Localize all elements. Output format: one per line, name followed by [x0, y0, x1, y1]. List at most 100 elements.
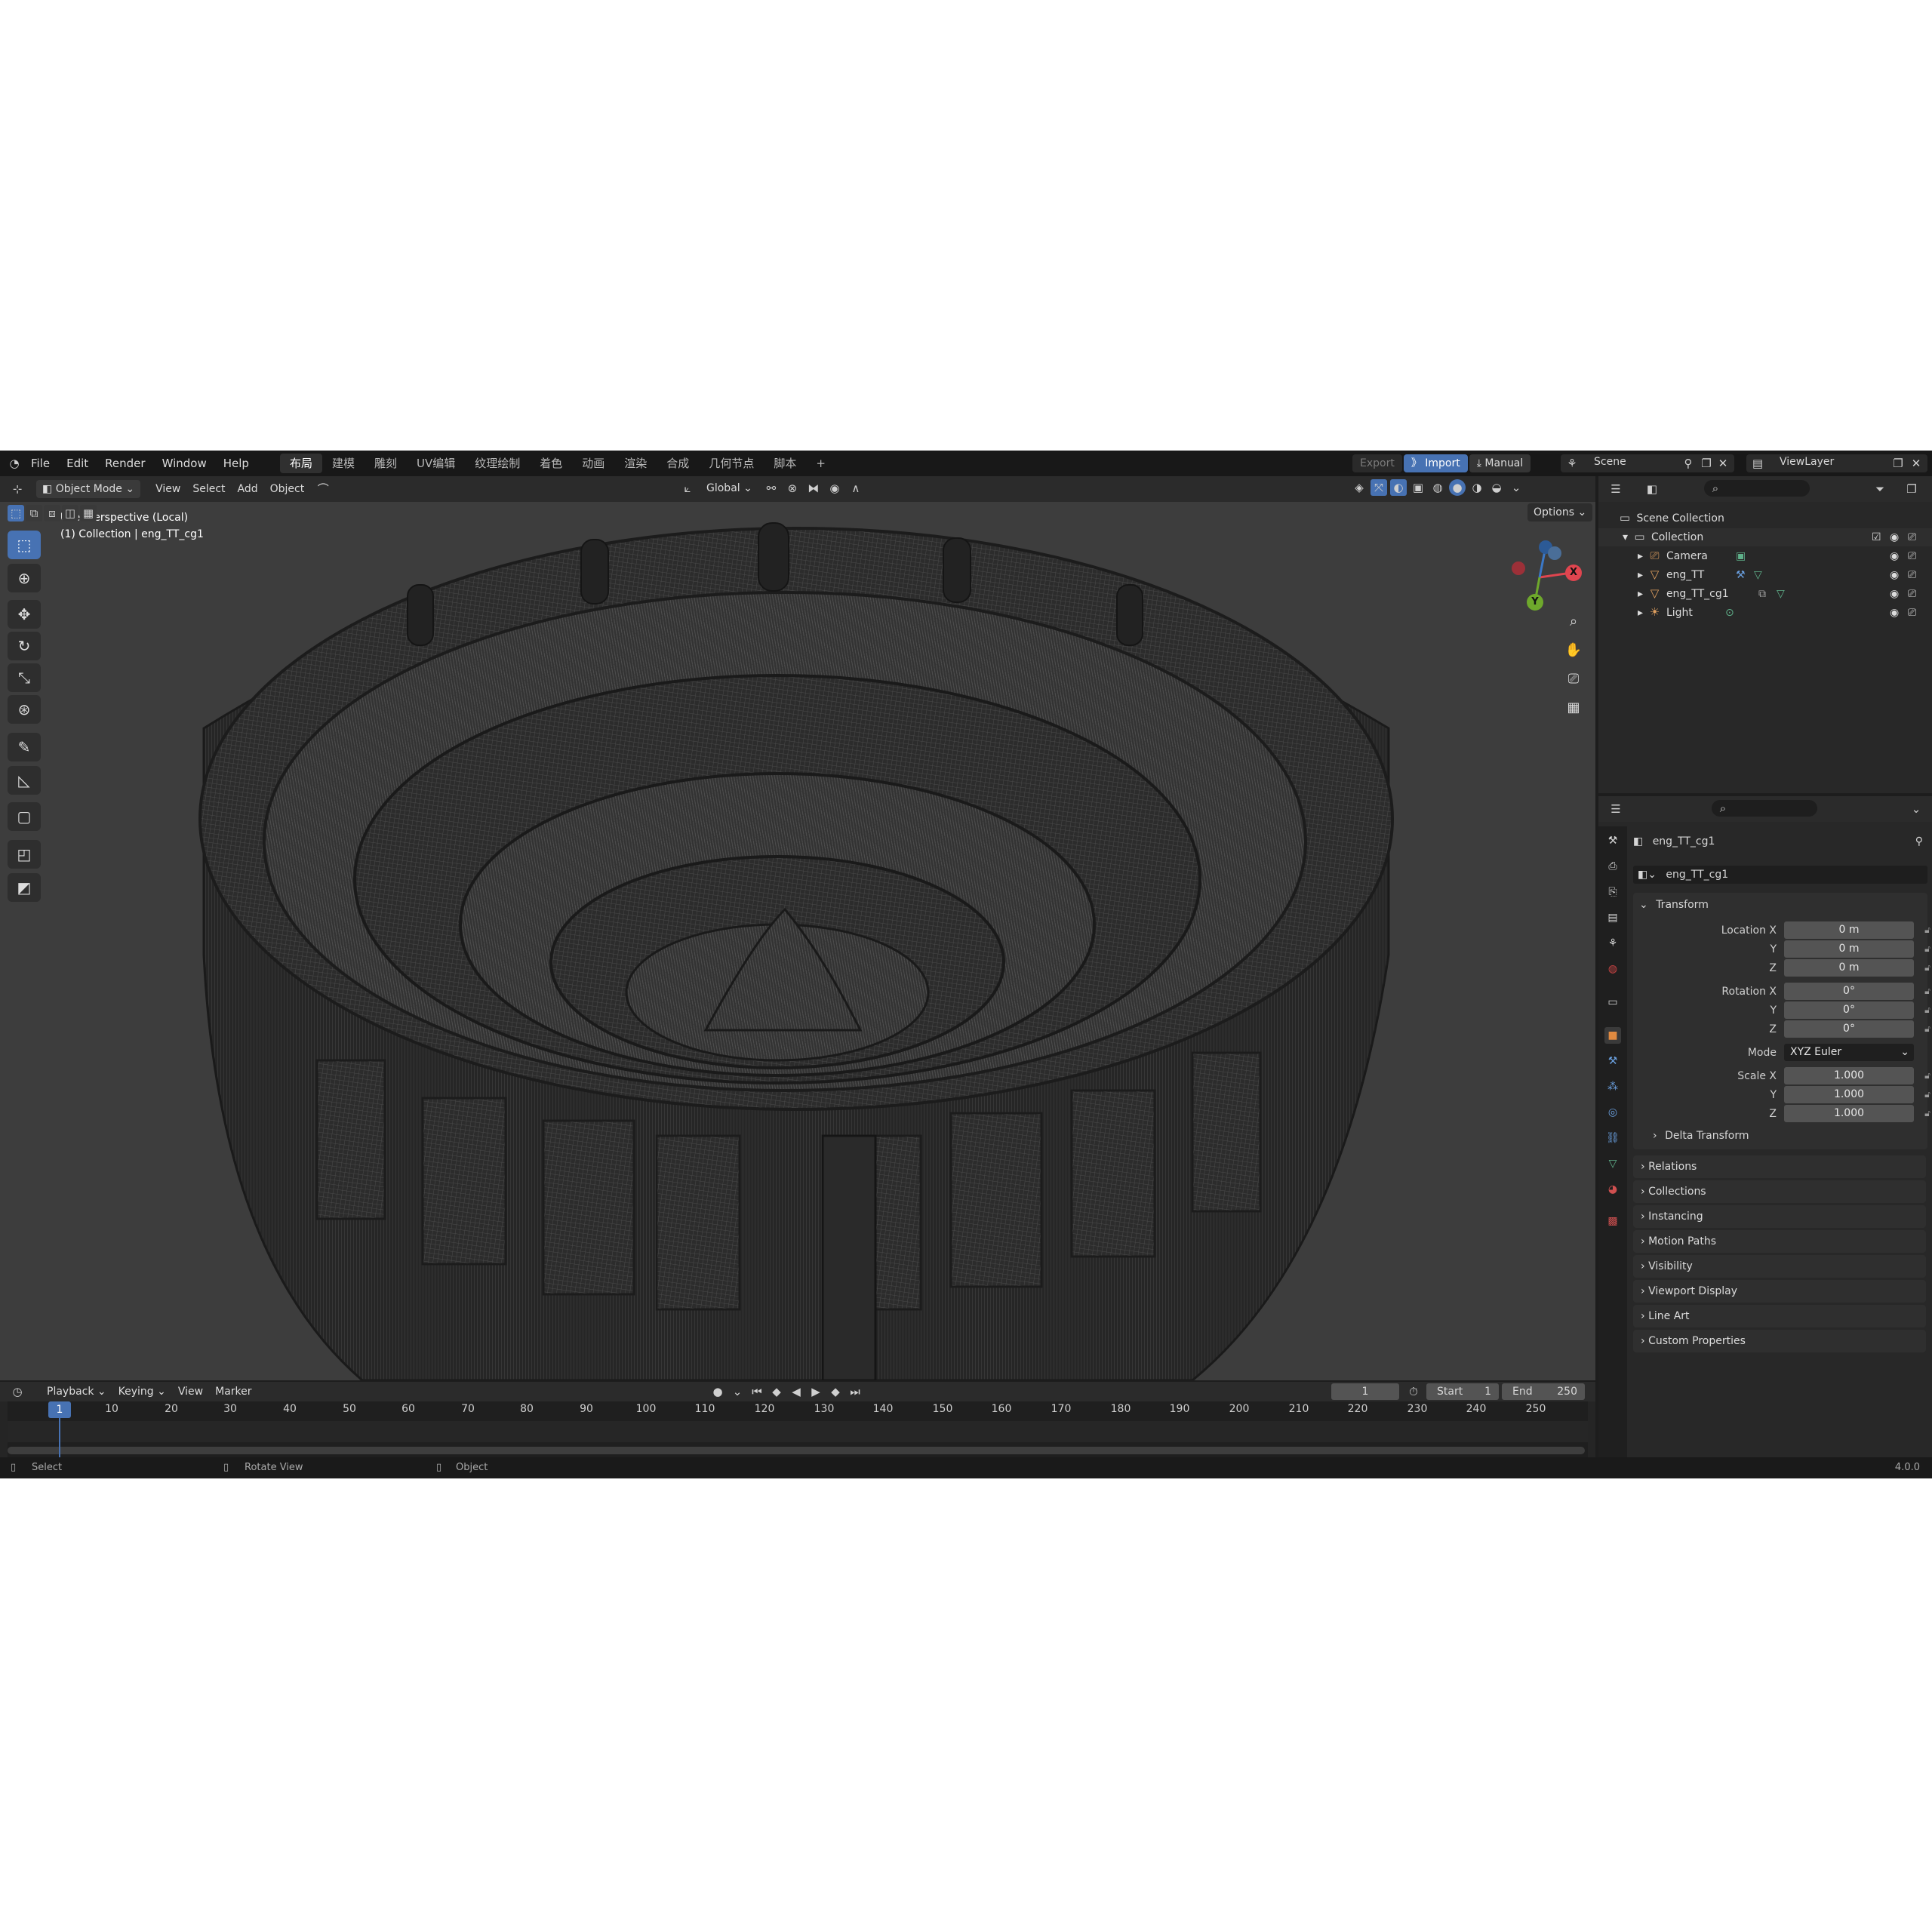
collection-checkbox[interactable]: ☑	[1872, 528, 1881, 546]
motion-paths-panel[interactable]: › Motion Paths	[1633, 1230, 1926, 1253]
viewport-display-panel[interactable]: › Viewport Display	[1633, 1280, 1926, 1303]
scale-tool-icon[interactable]: ⤡	[8, 663, 41, 692]
menu-file[interactable]: File	[23, 457, 58, 470]
start-frame-field[interactable]: Start 1	[1426, 1383, 1499, 1400]
camera-visibility-eye-icon[interactable]: ◉	[1890, 547, 1899, 565]
record-options-icon[interactable]: ⌄	[729, 1383, 746, 1400]
constraints-tab-icon[interactable]: ⛓	[1604, 1130, 1621, 1146]
tool-tab-icon[interactable]: ⚒	[1604, 832, 1621, 849]
snap-target-icon[interactable]: ⧓	[805, 480, 822, 497]
keying-menu[interactable]: Keying ⌄	[112, 1383, 172, 1401]
scale-x-field[interactable]: 1.000	[1784, 1067, 1914, 1084]
modifier-wrench-icon[interactable]: ⚒	[1736, 566, 1746, 584]
location-y-field[interactable]: 0 m	[1784, 940, 1914, 958]
expand-arrow-icon[interactable]: ▸	[1638, 550, 1643, 562]
jump-start-icon[interactable]: ⏮	[749, 1383, 765, 1400]
cursor-tool-icon[interactable]: ⊕	[8, 564, 41, 592]
lock-icon[interactable]: 🔓︎	[1920, 940, 1932, 958]
camera-render-icon[interactable]: ⎚	[1908, 547, 1916, 565]
properties-options-icon[interactable]: ⌄	[1908, 801, 1924, 817]
proportional-edit-icon[interactable]: ◉	[826, 480, 843, 497]
timeline-view-menu[interactable]: View	[172, 1383, 209, 1401]
workspace-tab-texture-paint[interactable]: 纹理绘制	[465, 454, 530, 473]
camera-view-icon[interactable]: ⎚	[1562, 668, 1585, 691]
modifier-tab-icon[interactable]: ⚒	[1604, 1053, 1621, 1069]
overlay-toggle-icon[interactable]: ◐	[1390, 479, 1407, 496]
select-box-tool-icon[interactable]: ⬚	[8, 531, 41, 559]
properties-editor-type-icon[interactable]: ☰	[1607, 801, 1624, 817]
world-tab-icon[interactable]: ◍	[1604, 961, 1621, 977]
workspace-tab-rendering[interactable]: 渲染	[614, 454, 657, 473]
menu-select[interactable]: Select	[186, 480, 231, 498]
light-data-icon[interactable]: ⊙	[1725, 604, 1734, 622]
workspace-tab-layout[interactable]: 布局	[279, 454, 322, 473]
mode-dropdown[interactable]: ◧ Object Mode ⌄	[36, 480, 141, 498]
line-art-panel[interactable]: › Line Art	[1633, 1305, 1926, 1327]
timeline-scrollbar[interactable]	[8, 1447, 1585, 1454]
prev-keyframe-icon[interactable]: ◆	[768, 1383, 785, 1400]
new-collection-icon[interactable]: ❐	[1903, 481, 1920, 497]
wireframe-shading-icon[interactable]: ◍	[1429, 479, 1446, 496]
rotation-y-field[interactable]: 0°	[1784, 1001, 1914, 1019]
data-tab-icon[interactable]: ▽	[1604, 1155, 1621, 1172]
rotate-tool-icon[interactable]: ↻	[8, 632, 41, 660]
expand-arrow-icon[interactable]: ▾	[1623, 531, 1628, 543]
collection-visibility-eye-icon[interactable]: ◉	[1890, 528, 1899, 546]
camera-data-icon[interactable]: ▣	[1736, 547, 1746, 565]
filter-icon[interactable]: ⏷	[1872, 481, 1888, 497]
instancing-panel[interactable]: › Instancing	[1633, 1205, 1926, 1228]
zoom-icon[interactable]: ⌕	[1562, 611, 1585, 633]
stopwatch-icon[interactable]: ⏱	[1405, 1383, 1422, 1400]
collection-row[interactable]: ▾ ▭ Collection ☑ ◉ ⎚	[1598, 528, 1932, 546]
eng-tt-visibility-eye-icon[interactable]: ◉	[1890, 566, 1899, 584]
timeline-keyframe-strip[interactable]	[8, 1421, 1588, 1442]
workspace-tab-uv-editing[interactable]: UV编辑	[407, 454, 465, 473]
rotation-x-field[interactable]: 0°	[1784, 983, 1914, 1000]
pivot-icon[interactable]: ⚯	[763, 480, 780, 497]
workspace-tab-shading[interactable]: 着色	[530, 454, 572, 473]
light-render-icon[interactable]: ⎚	[1908, 604, 1916, 622]
rendered-shading-icon[interactable]: ◒	[1488, 479, 1505, 496]
current-frame-field[interactable]: 1	[1331, 1383, 1399, 1400]
mesh-data-icon[interactable]: ▽	[1754, 566, 1762, 584]
transform-panel-header[interactable]: ⌄ Transform	[1639, 896, 1926, 914]
material-shading-icon[interactable]: ◑	[1469, 479, 1485, 496]
annotate-tool-icon[interactable]: ✎	[8, 733, 41, 761]
outliner-row-eng-tt-cg1[interactable]: ▸ ▽ eng_TT_cg1 ⧉ ▽ ◉ ⎚	[1598, 585, 1932, 603]
record-icon[interactable]: ●	[709, 1383, 726, 1400]
jump-end-icon[interactable]: ⏭	[847, 1383, 863, 1400]
workspace-tab-compositing[interactable]: 合成	[657, 454, 699, 473]
scene-tab-icon[interactable]: ⚘	[1604, 935, 1621, 952]
play-icon[interactable]: ▶	[808, 1383, 824, 1400]
lock-icon[interactable]: 🔓︎	[1920, 1105, 1932, 1122]
export-button[interactable]: Export	[1352, 454, 1402, 472]
select-intersect-icon[interactable]: ▦	[80, 505, 97, 521]
location-x-field[interactable]: 0 m	[1784, 921, 1914, 939]
scene-selector[interactable]: ⚘ Scene ⚲ ❐ ✕	[1561, 454, 1734, 472]
blender-logo-icon[interactable]: ◔	[6, 455, 23, 472]
timeline-editor-type-icon[interactable]: ◷	[9, 1383, 26, 1400]
eng-tt-cg1-visibility-eye-icon[interactable]: ◉	[1890, 585, 1899, 603]
extra-tool-icon[interactable]: ◰	[8, 840, 41, 869]
lock-icon[interactable]: 🔓︎	[1920, 1067, 1932, 1084]
visibility-icon[interactable]: ◈	[1351, 479, 1367, 496]
lock-icon[interactable]: 🔓︎	[1920, 1001, 1932, 1019]
import-button[interactable]: 》 Import	[1403, 454, 1468, 472]
menu-window[interactable]: Window	[154, 457, 215, 470]
texture-tab-icon[interactable]: ▩	[1604, 1213, 1621, 1229]
lock-icon[interactable]: 🔓︎	[1920, 921, 1932, 939]
extra-tool-2-icon[interactable]: ◩	[8, 873, 41, 902]
lock-icon[interactable]: 🔓︎	[1920, 983, 1932, 1000]
menu-view[interactable]: View	[149, 480, 186, 498]
light-visibility-eye-icon[interactable]: ◉	[1890, 604, 1899, 622]
editor-type-icon[interactable]: ⊹	[9, 481, 26, 497]
select-invert-icon[interactable]: ◫	[62, 505, 78, 521]
outliner-editor-type-icon[interactable]: ☰	[1607, 481, 1624, 497]
scale-y-field[interactable]: 1.000	[1784, 1086, 1914, 1103]
playback-menu[interactable]: Playback ⌄	[41, 1383, 112, 1401]
pin-icon[interactable]: ⚲	[1680, 455, 1697, 472]
manual-button[interactable]: ⤓ Manual	[1469, 454, 1531, 472]
close-scene-icon[interactable]: ✕	[1715, 455, 1731, 472]
pin-icon[interactable]: ⚲	[1915, 832, 1923, 851]
lock-icon[interactable]: 🔓︎	[1920, 1086, 1932, 1103]
